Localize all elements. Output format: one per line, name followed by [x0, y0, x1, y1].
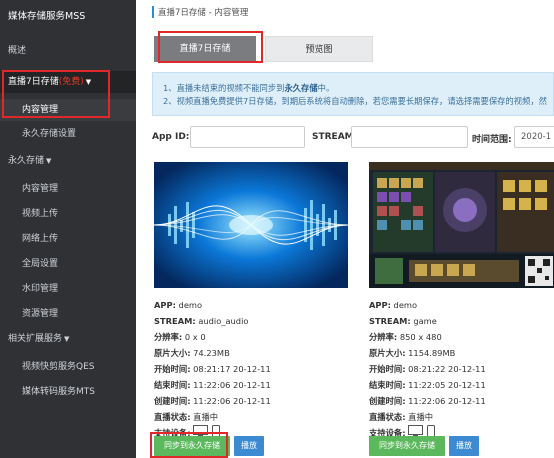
sidebar-item-network-upload[interactable]: 网络上传 [0, 228, 136, 250]
info-label: 创建时间: [369, 396, 406, 406]
app-value: demo [178, 300, 203, 310]
info-label: APP: [154, 300, 176, 310]
sidebar-item-label: 媒体转码服务MTS [22, 387, 95, 397]
sidebar-item-label: 视频上传 [22, 209, 59, 219]
info-label: 开始时间: [154, 364, 191, 374]
info-label: 创建时间: [154, 396, 191, 406]
info-label: APP: [369, 300, 391, 310]
end-time-value: 11:22:05 20-12-11 [408, 380, 486, 390]
created-time-value: 11:22:06 20-12-11 [408, 396, 486, 406]
resolution-value: 850 x 480 [399, 332, 442, 342]
time-range-label: 时间范围: [472, 135, 512, 145]
notice-box: 1、直播未结束的视频不能同步到永久存储中。 2、视频直播免费提供7日存储，到期后… [152, 72, 554, 116]
highlight-box [2, 70, 110, 118]
app-value: demo [393, 300, 418, 310]
sidebar-item-overview[interactable]: 概述 [0, 40, 136, 62]
sidebar-group-related[interactable]: 相关扩展服务 ▼ [0, 328, 136, 350]
info-label: 结束时间: [369, 380, 406, 390]
notice-text: 1、直播未结束的视频不能同步到 [163, 83, 285, 93]
breadcrumb: 直播7日存储 - 内容管理 [152, 6, 248, 18]
info-label: 原片大小: [369, 348, 406, 358]
sidebar-item-video-upload[interactable]: 视频上传 [0, 203, 136, 225]
stream-value: game [413, 316, 437, 326]
sidebar-item-label: 全局设置 [22, 259, 59, 269]
info-label: STREAM: [154, 316, 196, 326]
video-thumbnail[interactable] [369, 162, 554, 288]
sidebar-group-label: 永久存储 [8, 156, 45, 166]
notice-emphasis: 永久存储 [284, 83, 318, 93]
video-info-card-1: APP: demo STREAM: audio_audio 分辨率: 0 x 0… [154, 297, 271, 442]
info-label: STREAM: [369, 316, 411, 326]
sidebar-item-label: 内容管理 [22, 184, 59, 194]
info-label: 原片大小: [154, 348, 191, 358]
info-label: 直播状态: [369, 412, 406, 422]
sidebar-item-permanent-settings[interactable]: 永久存储设置 [0, 123, 136, 145]
sidebar: 媒体存储服务MSS 概述 直播7日存储(免费) ▼ 内容管理 永久存储设置 永久存… [0, 0, 136, 458]
sidebar-item-perm-content[interactable]: 内容管理 [0, 178, 136, 200]
sidebar-item-label: 视频快剪服务QES [22, 362, 95, 372]
stream-input[interactable] [351, 126, 468, 148]
sidebar-group-permanent-storage[interactable]: 永久存储 ▼ [0, 150, 136, 172]
app-id-label: App ID: [152, 132, 190, 142]
highlight-box [150, 432, 228, 458]
app-id-input[interactable] [190, 126, 305, 148]
notice-line-1: 1、直播未结束的视频不能同步到永久存储中。 [163, 82, 543, 95]
sidebar-item-label: 永久存储设置 [22, 129, 77, 139]
info-label: 开始时间: [369, 364, 406, 374]
info-label: 分辨率: [154, 332, 183, 342]
video-thumbnail[interactable] [154, 162, 348, 288]
sidebar-item-global-settings[interactable]: 全局设置 [0, 253, 136, 275]
sidebar-item-watermark[interactable]: 水印管理 [0, 278, 136, 300]
stream-value: audio_audio [198, 316, 249, 326]
tab-preview[interactable]: 预览图 [265, 36, 373, 62]
sidebar-item-qes[interactable]: 视频快剪服务QES [0, 356, 136, 378]
play-button[interactable]: 播放 [449, 436, 479, 456]
info-label: 直播状态: [154, 412, 191, 422]
notice-text: 中。 [317, 83, 335, 93]
audio-waveform-thumbnail [154, 162, 348, 288]
game-screenshot-thumbnail [369, 162, 554, 288]
info-label: 分辨率: [369, 332, 398, 342]
created-time-value: 11:22:06 20-12-11 [193, 396, 271, 406]
play-button[interactable]: 播放 [234, 436, 264, 456]
start-time-value: 08:21:17 20-12-11 [193, 364, 271, 374]
sidebar-group-label: 相关扩展服务 [8, 334, 63, 344]
sidebar-item-resources[interactable]: 资源管理 [0, 303, 136, 325]
time-range-input[interactable] [514, 126, 554, 148]
sidebar-brand: 媒体存储服务MSS [8, 11, 86, 22]
start-time-value: 08:21:22 20-12-11 [408, 364, 486, 374]
status-value: 直播中 [408, 412, 434, 422]
info-label: 结束时间: [154, 380, 191, 390]
size-value: 1154.89MB [408, 348, 456, 358]
sidebar-item-label: 概述 [8, 46, 27, 56]
sidebar-item-label: 资源管理 [22, 309, 59, 319]
sidebar-item-mts[interactable]: 媒体转码服务MTS [0, 381, 136, 403]
notice-line-2: 2、视频直播免费提供7日存储，到期后系统将自动删除，若您需要长期保存，请选择需要… [163, 96, 547, 106]
main-content: 直播7日存储 - 内容管理 直播7日存储 预览图 1、直播未结束的视频不能同步到… [136, 0, 554, 458]
resolution-value: 0 x 0 [184, 332, 206, 342]
status-value: 直播中 [193, 412, 219, 422]
video-info-card-2: APP: demo STREAM: game 分辨率: 850 x 480 原片… [369, 297, 486, 442]
highlight-box [158, 31, 263, 63]
size-value: 74.23MB [193, 348, 230, 358]
sidebar-item-label: 水印管理 [22, 284, 59, 294]
end-time-value: 11:22:06 20-12-11 [193, 380, 271, 390]
sync-to-permanent-button[interactable]: 同步到永久存储 [369, 436, 445, 456]
caret-down-icon: ▼ [46, 157, 52, 165]
caret-down-icon: ▼ [64, 335, 70, 343]
sidebar-item-label: 网络上传 [22, 234, 59, 244]
